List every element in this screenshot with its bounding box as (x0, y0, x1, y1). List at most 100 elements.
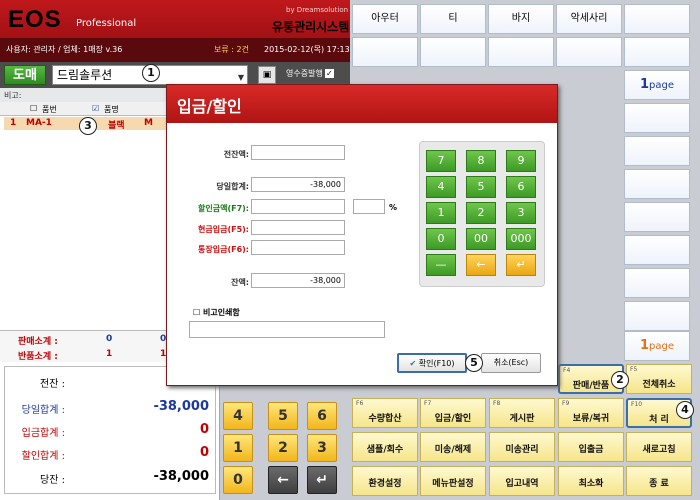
ok-label: 확인(F10) (418, 359, 455, 368)
enter-icon[interactable]: ↵ (506, 254, 536, 276)
sample-button[interactable]: 샘플/회수 (352, 432, 418, 462)
keypad-3[interactable]: 3 (307, 434, 337, 462)
product-edition: Professional (76, 18, 137, 29)
stock-history-button[interactable]: 입고내역 (489, 466, 555, 496)
numpad-key[interactable]: 2 (466, 202, 496, 224)
cancel-button[interactable]: 취소(Esc) (481, 353, 541, 373)
item-button[interactable] (624, 103, 690, 133)
category-button[interactable] (420, 37, 486, 67)
memo-input[interactable] (189, 321, 385, 338)
discount-label: 할인금액(F7): (198, 204, 249, 213)
page-label-bottom: page (649, 341, 675, 352)
callout-marker: 4 (676, 401, 694, 419)
print-memo-checkbox[interactable]: ☐ (193, 308, 200, 317)
numpad-key[interactable]: 0 (426, 228, 456, 250)
refresh-button[interactable]: 새로고침 (626, 432, 692, 462)
qty-sum-button[interactable]: F6 수량합산 (352, 398, 418, 428)
row-color: 블랙 (108, 121, 125, 131)
hold-count[interactable]: 보류 : 2건 (214, 44, 249, 55)
numpad-key[interactable]: 5 (466, 176, 496, 198)
category-button[interactable] (556, 37, 622, 67)
print-memo-label: 비고인쇄함 (202, 308, 240, 317)
col-code-check[interactable]: ☐ (30, 104, 37, 113)
hold-restore-button[interactable]: F9 보류/복귀 (558, 398, 624, 428)
keypad-5[interactable]: 5 (268, 402, 298, 430)
category-button[interactable] (624, 37, 690, 67)
sale-type-button[interactable]: 도매 (4, 65, 46, 85)
customer-value: 드림솔루션 (57, 68, 113, 82)
keypad-2[interactable]: 2 (268, 434, 298, 462)
numpad-key[interactable]: 9 (506, 150, 536, 172)
numpad-key[interactable]: 1 (426, 202, 456, 224)
discount-input[interactable] (251, 199, 345, 214)
keypad-6[interactable]: 6 (307, 402, 337, 430)
page-num-top: 1 (639, 77, 650, 92)
cash-label: 현금입금(F5): (198, 225, 249, 234)
discount-percent-input[interactable] (353, 199, 385, 214)
category-button[interactable]: 아우터 (352, 4, 418, 34)
page-label-top: page (649, 80, 675, 91)
minus-icon[interactable]: — (426, 254, 456, 276)
category-button[interactable] (624, 4, 690, 34)
category-button[interactable]: 바지 (488, 4, 554, 34)
numpad-key[interactable]: 8 (466, 150, 496, 172)
category-button[interactable]: 티 (420, 4, 486, 34)
receipt-toggle[interactable]: 영수증발행 ✓ (286, 68, 334, 79)
row-num: 1 (10, 118, 17, 128)
page-indicator-bottom[interactable]: 1page (624, 331, 690, 361)
callout-marker: 2 (611, 371, 629, 389)
category-button[interactable] (488, 37, 554, 67)
item-button[interactable] (624, 202, 690, 232)
exit-button[interactable]: 종 료 (626, 466, 692, 496)
vendor-label: by Dreamsolution (286, 6, 349, 14)
item-button[interactable] (624, 136, 690, 166)
numpad-key[interactable]: 3 (506, 202, 536, 224)
check-icon: ✔ (409, 359, 417, 368)
unsent-release-button[interactable]: 미송/해제 (420, 432, 486, 462)
numpad-key[interactable]: 7 (426, 150, 456, 172)
cashflow-button[interactable]: 입출금 (558, 432, 624, 462)
item-button[interactable] (624, 169, 690, 199)
enter-icon[interactable]: ↵ (307, 466, 337, 494)
menu-setup-button[interactable]: 메뉴판설정 (420, 466, 486, 496)
deposit-discount-dialog: 입금/할인 전잔액: 당일합계: -38,000 할인금액(F7): % 현금입… (166, 84, 558, 386)
monitor-icon[interactable]: ▣ (258, 66, 276, 84)
return-subtotal-a: 1 (106, 349, 113, 359)
col-name-check[interactable]: ☑ (92, 104, 99, 113)
numpad-key[interactable]: 000 (506, 228, 536, 250)
back-arrow-icon[interactable]: ← (268, 466, 298, 494)
chevron-down-icon[interactable]: ▼ (238, 70, 244, 85)
receipt-checkbox[interactable]: ✓ (324, 69, 334, 78)
category-button[interactable] (352, 37, 418, 67)
numpad-key[interactable]: 6 (506, 176, 536, 198)
page-indicator-top[interactable]: 1page (624, 70, 690, 100)
cancel-all-button[interactable]: F5 전체취소 (626, 364, 692, 394)
item-button[interactable] (624, 301, 690, 331)
summary-row: 입금합계 :0 (21, 422, 209, 439)
numpad: 7 8 9 4 5 6 1 2 3 0 00 000 — ← ↵ (419, 141, 545, 287)
bank-input[interactable] (251, 240, 345, 255)
user-info: 사용자: 관리자 / 업체: 1매장 v.36 (6, 45, 123, 54)
settings-button[interactable]: 환경설정 (352, 466, 418, 496)
balance-field: -38,000 (251, 273, 345, 288)
receipt-label: 영수증발행 (286, 69, 323, 78)
back-arrow-icon[interactable]: ← (466, 254, 496, 276)
minimize-button[interactable]: 최소화 (558, 466, 624, 496)
datetime: 2015-02-12(목) 17:13 (264, 45, 350, 54)
board-button[interactable]: F8 게시판 (489, 398, 555, 428)
numpad-key[interactable]: 00 (466, 228, 496, 250)
category-button[interactable]: 악세사리 (556, 4, 622, 34)
callout-marker: 1 (142, 64, 160, 82)
logo: EOS (8, 6, 62, 33)
deposit-discount-button[interactable]: F7 입금/할인 (420, 398, 486, 428)
keypad-0[interactable]: 0 (223, 466, 253, 494)
keypad-4[interactable]: 4 (223, 402, 253, 430)
cash-input[interactable] (251, 220, 345, 235)
keypad-1[interactable]: 1 (223, 434, 253, 462)
unsent-manage-button[interactable]: 미송관리 (489, 432, 555, 462)
item-button[interactable] (624, 268, 690, 298)
print-memo-option[interactable]: ☐ 비고인쇄함 (193, 307, 240, 318)
item-button[interactable] (624, 235, 690, 265)
ok-button[interactable]: ✔ 확인(F10) (397, 353, 467, 373)
numpad-key[interactable]: 4 (426, 176, 456, 198)
